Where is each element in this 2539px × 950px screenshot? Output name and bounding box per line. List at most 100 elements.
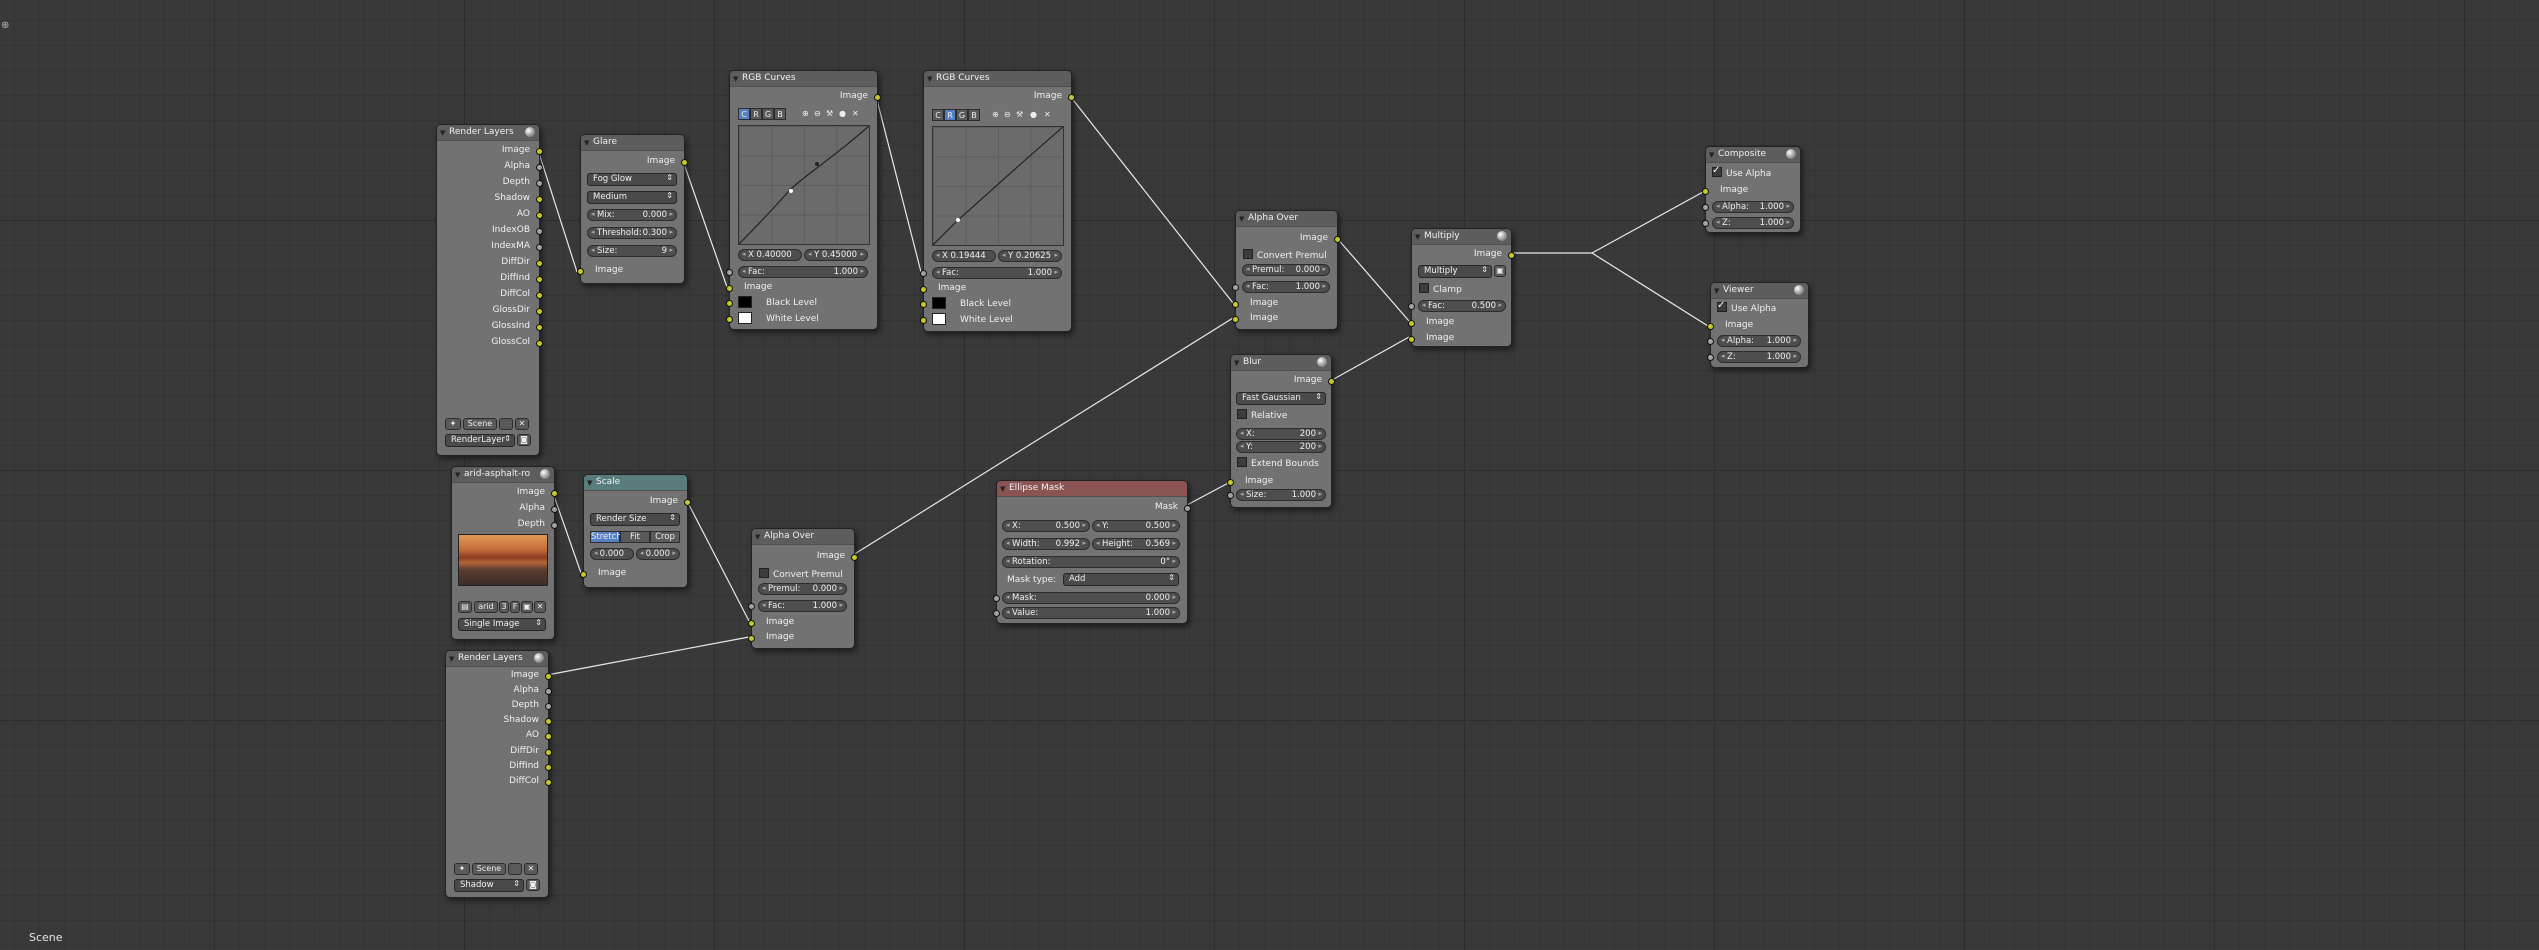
collapse-triangle-icon[interactable]: ▼ [1234, 359, 1239, 367]
node-glare[interactable]: ▼ Glare Image Fog Glow ⇕ Medium ⇕ ◂ Mix: 0.00… [577, 134, 688, 284]
collapse-triangle-icon[interactable]: ▼ [927, 75, 932, 83]
z-socket[interactable] [1702, 220, 1709, 227]
output-socket[interactable] [536, 196, 543, 203]
input-socket[interactable] [580, 571, 587, 578]
input-socket[interactable] [920, 317, 927, 324]
clamp-checkbox[interactable]: Clamp [1419, 283, 1462, 295]
blur-x-field[interactable]: ◂ X: 200 ▸ [1236, 428, 1326, 440]
blend-type-select[interactable]: Multiply ⇕ [1418, 265, 1492, 278]
size-field[interactable]: ◂ Size: 1.000 ▸ [1236, 489, 1326, 501]
channel-g-tab[interactable]: G [956, 109, 968, 121]
clip-icon[interactable]: ● [1030, 110, 1037, 119]
height-field[interactable]: ◂ Height: 0.569 ▸ [1092, 538, 1180, 550]
size-socket[interactable] [1227, 492, 1234, 499]
collapse-triangle-icon[interactable]: ▼ [587, 479, 592, 487]
unlink-icon[interactable]: ✕ [515, 418, 529, 430]
channel-r-tab[interactable]: R [944, 109, 956, 121]
node-composite[interactable]: ▼ Composite Use Alpha Image ◂Alpha:1.000▸… [1702, 146, 1801, 233]
output-socket[interactable] [874, 94, 881, 101]
input-socket[interactable] [1707, 323, 1714, 330]
convert-premul-checkbox[interactable]: Convert Premul [759, 568, 843, 580]
filter-type-select[interactable]: Fast Gaussian ⇕ [1236, 392, 1326, 405]
output-socket[interactable] [545, 764, 552, 771]
node-render-layers-2[interactable]: ▼ Render Layers Image Alpha Depth Shadow … [445, 650, 552, 898]
image-icon[interactable]: ▤ [458, 601, 472, 613]
layer-select[interactable]: Shadow ⇕ [454, 879, 524, 892]
scene-users[interactable] [508, 863, 522, 875]
render-icon[interactable]: ◙ [517, 434, 531, 446]
collapse-triangle-icon[interactable]: ▼ [455, 471, 460, 479]
output-socket[interactable] [1508, 252, 1515, 259]
channel-c-tab[interactable]: C [932, 109, 944, 121]
premul-field[interactable]: ◂ Premul: 0.000 ▸ [758, 583, 847, 595]
crop-button[interactable]: Crop [650, 531, 680, 543]
fac-field[interactable]: ◂ Fac: 1.000 ▸ [932, 267, 1062, 279]
collapse-triangle-icon[interactable]: ▼ [440, 129, 445, 137]
node-alpha-over-1[interactable]: ▼ Alpha Over Image Convert Premul ◂ Premul… [1232, 210, 1341, 330]
use-alpha-icon[interactable]: ▣ [1494, 265, 1506, 277]
open-file-icon[interactable]: ▣ [521, 601, 533, 613]
point-x-field[interactable]: ◂ X 0.40000 [738, 249, 802, 261]
output-socket[interactable] [551, 506, 558, 513]
white-level-swatch[interactable] [932, 313, 946, 325]
fac-field[interactable]: ◂ Fac: 1.000 ▸ [738, 266, 868, 278]
rotation-field[interactable]: ◂ Rotation: 0° ▸ [1002, 556, 1180, 568]
output-socket[interactable] [536, 228, 543, 235]
node-options-icon[interactable] [534, 653, 544, 663]
node-scale[interactable]: ▼ Scale Image Render Size ⇕ Stretch Fit Cr… [580, 474, 691, 588]
output-socket[interactable] [545, 749, 552, 756]
node-render-layers-1[interactable]: ▼ Render Layers Image Alpha Depth Shadow … [436, 124, 543, 456]
fac-socket[interactable] [748, 603, 755, 610]
output-socket[interactable] [681, 159, 688, 166]
center-x-field[interactable]: ◂ X: 0.500 ▸ [1002, 520, 1090, 532]
input-socket[interactable] [577, 268, 584, 275]
offset-x-field[interactable]: ◂ 0.000 [590, 548, 634, 560]
input-socket[interactable] [1702, 188, 1709, 195]
mask-socket[interactable] [993, 595, 1000, 602]
use-alpha-checkbox[interactable]: Use Alpha [1717, 300, 1776, 314]
output-socket[interactable] [536, 212, 543, 219]
output-socket[interactable] [1328, 378, 1335, 385]
fac-field[interactable]: ◂ Fac: 0.500 ▸ [1418, 300, 1506, 312]
node-options-icon[interactable] [1497, 231, 1507, 241]
scene-field[interactable]: Scene [463, 418, 497, 430]
fac-socket[interactable] [920, 270, 927, 277]
point-y-field[interactable]: ◂ Y 0.20625 ▸ [998, 250, 1062, 262]
image-source-select[interactable]: Single Image ⇕ [458, 618, 546, 631]
node-options-icon[interactable] [1794, 285, 1804, 295]
node-rgb-curves-1[interactable]: ▼ RGB Curves Image C R G B ⊕ ⊖ ⚒ ● ✕ ◂ X 0… [726, 70, 881, 330]
extend-bounds-checkbox[interactable]: Extend Bounds [1237, 457, 1319, 469]
channel-r-tab[interactable]: R [750, 108, 762, 120]
fit-button[interactable]: Fit [620, 531, 650, 543]
delete-point-icon[interactable]: ✕ [852, 109, 859, 118]
node-options-icon[interactable] [1786, 149, 1796, 159]
output-socket[interactable] [536, 244, 543, 251]
unlink-icon[interactable]: ✕ [534, 601, 546, 613]
fake-user-toggle[interactable]: F [510, 601, 520, 613]
fac-field[interactable]: ◂ Fac: 1.000 ▸ [1242, 281, 1330, 293]
output-socket[interactable] [545, 673, 552, 680]
input-socket[interactable] [1232, 301, 1239, 308]
input-socket[interactable] [1408, 320, 1415, 327]
threshold-field[interactable]: ◂ Threshold: 0.300 ▸ [587, 227, 677, 239]
alpha-field[interactable]: ◂ Alpha: 1.000 ▸ [1712, 201, 1794, 213]
node-viewer[interactable]: ▼ Viewer Use Alpha Image ◂Alpha:1.000▸ ◂Z… [1707, 282, 1809, 368]
output-socket[interactable] [536, 148, 543, 155]
collapse-triangle-icon[interactable]: ▼ [584, 139, 589, 147]
output-socket[interactable] [536, 260, 543, 267]
point-y-field[interactable]: ◂ Y 0.45000 ▸ [804, 249, 868, 261]
z-field[interactable]: ◂ Z: 1.000 ▸ [1717, 351, 1801, 363]
stretch-button[interactable]: Stretch [590, 531, 622, 543]
node-image[interactable]: ▼ arid-asphalt-ro Image Alpha Depth ▤ ari… [451, 466, 558, 640]
collapse-triangle-icon[interactable]: ▼ [1239, 215, 1244, 223]
zoom-out-icon[interactable]: ⊖ [814, 109, 821, 118]
center-y-field[interactable]: ◂ Y: 0.500 ▸ [1092, 520, 1180, 532]
input-socket[interactable] [726, 316, 733, 323]
scene-icon[interactable]: ✦ [454, 863, 470, 875]
fac-socket[interactable] [1232, 284, 1239, 291]
collapse-triangle-icon[interactable]: ▼ [1709, 151, 1714, 159]
value-socket[interactable] [993, 610, 1000, 617]
input-socket[interactable] [748, 620, 755, 627]
input-socket[interactable] [748, 635, 755, 642]
output-socket[interactable] [551, 522, 558, 529]
